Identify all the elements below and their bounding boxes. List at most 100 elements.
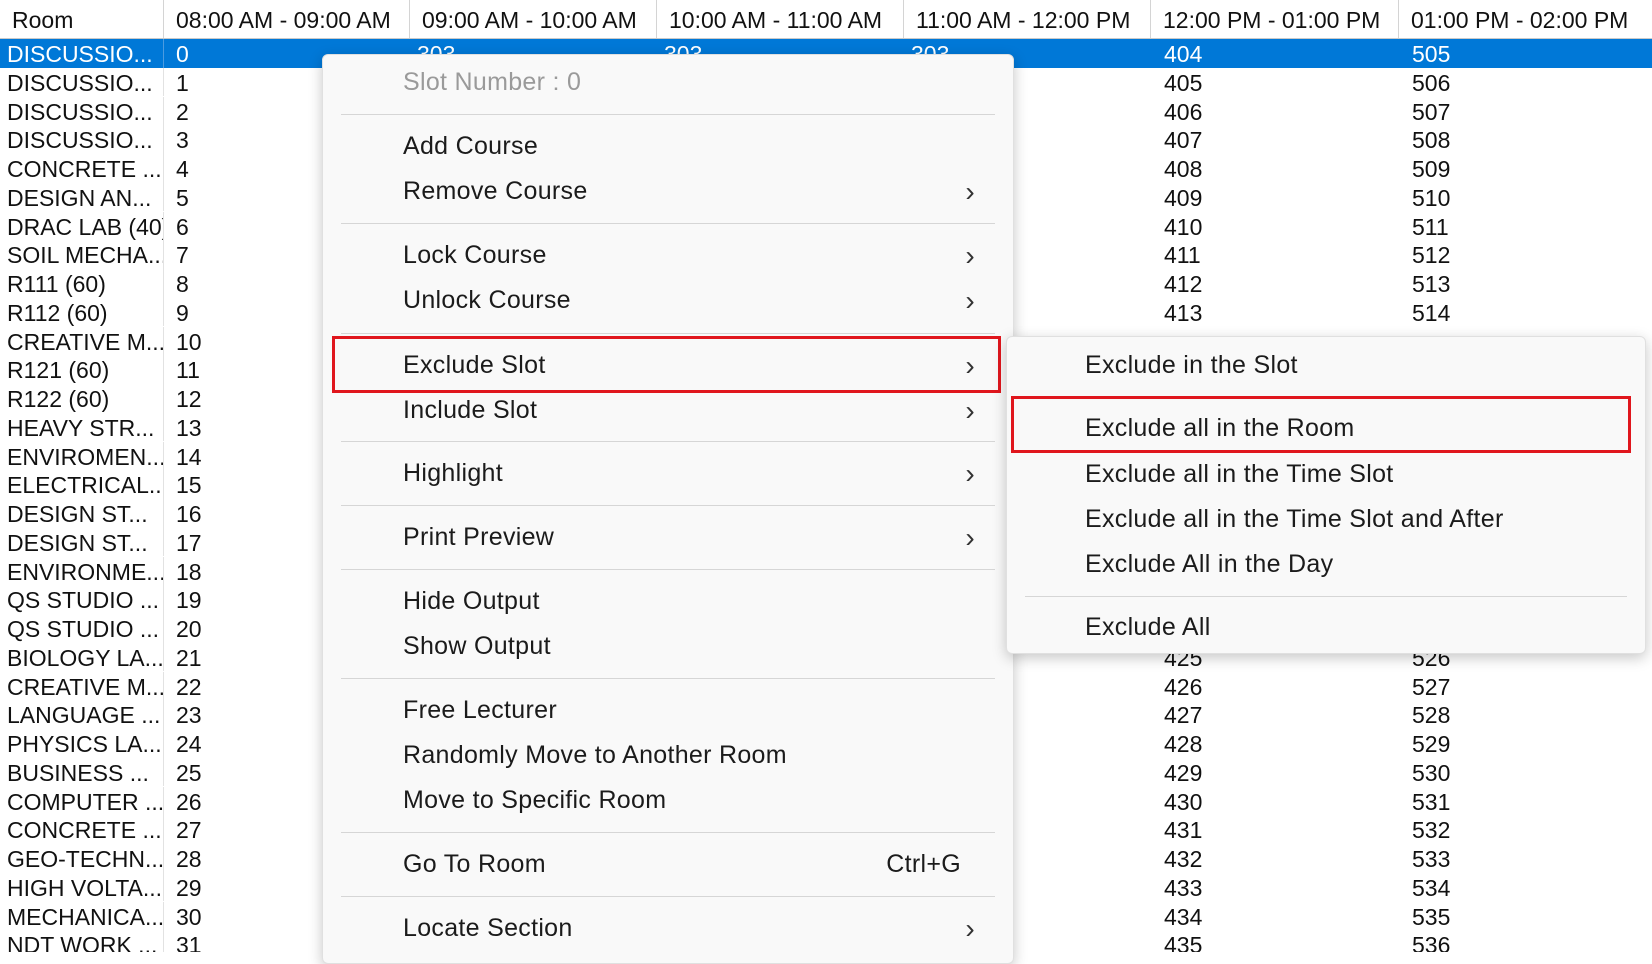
room-cell[interactable]: DISCUSSIO...	[0, 96, 164, 126]
room-cell[interactable]: QS STUDIO ...	[0, 585, 164, 614]
room-cell[interactable]: HIGH VOLTA...	[0, 872, 164, 902]
room-cell[interactable]: DISCUSSIO...	[0, 67, 164, 97]
room-cell[interactable]: PHYSICS LA...	[0, 729, 164, 758]
submenu-exclude-all-room[interactable]: Exclude all in the Room	[1007, 406, 1645, 451]
header-slot-0900[interactable]: 09:00 AM - 10:00 AM	[410, 0, 657, 38]
slot-cell[interactable]: 529	[1399, 729, 1652, 758]
room-cell[interactable]: GEO-TECHN...	[0, 844, 164, 873]
header-slot-1300[interactable]: 01:00 PM - 02:00 PM	[1399, 0, 1652, 38]
slot-cell[interactable]: 433	[1151, 873, 1399, 902]
slot-cell[interactable]: 510	[1399, 183, 1652, 212]
header-slot-0800[interactable]: 08:00 AM - 09:00 AM	[164, 0, 410, 38]
room-cell[interactable]: HEAVY STR...	[0, 412, 164, 442]
slot-cell[interactable]: 533	[1399, 844, 1652, 873]
menu-free-lecturer[interactable]: Free Lecturer	[323, 688, 1013, 733]
room-cell[interactable]: MECHANICA...	[0, 901, 164, 931]
header-room[interactable]: Room	[0, 0, 164, 38]
header-slot-1000[interactable]: 10:00 AM - 11:00 AM	[657, 0, 904, 38]
room-cell[interactable]: DISCUSSIO...	[0, 125, 164, 154]
room-cell[interactable]: DRAC LAB (40)	[0, 211, 164, 241]
slot-cell[interactable]: 413	[1151, 298, 1399, 327]
menu-include-slot[interactable]: Include Slot ›	[323, 388, 1013, 433]
room-cell[interactable]: ELECTRICAL...	[0, 470, 164, 499]
slot-cell[interactable]: 412	[1151, 269, 1399, 298]
menu-show-output[interactable]: Show Output	[323, 624, 1013, 669]
room-cell[interactable]: DISCUSSIO...	[0, 39, 164, 68]
slot-cell[interactable]: 407	[1151, 125, 1399, 154]
room-cell[interactable]: CONCRETE ...	[0, 815, 164, 844]
menu-remove-course[interactable]: Remove Course ›	[323, 169, 1013, 214]
slot-cell[interactable]: 434	[1151, 902, 1399, 931]
room-cell[interactable]: DESIGN ST...	[0, 527, 164, 557]
slot-cell[interactable]: 405	[1151, 68, 1399, 97]
slot-cell[interactable]: 429	[1151, 758, 1399, 787]
room-cell[interactable]: R112 (60)	[0, 297, 164, 327]
slot-cell[interactable]: 536	[1399, 930, 1652, 952]
slot-cell[interactable]: 509	[1399, 154, 1652, 183]
slot-cell[interactable]: 508	[1399, 125, 1652, 154]
room-cell[interactable]: QS STUDIO ...	[0, 614, 164, 643]
slot-cell[interactable]: 531	[1399, 787, 1652, 816]
slot-cell[interactable]: 428	[1151, 729, 1399, 758]
slot-cell[interactable]: 409	[1151, 183, 1399, 212]
menu-add-course[interactable]: Add Course	[323, 124, 1013, 169]
slot-cell[interactable]: 430	[1151, 787, 1399, 816]
slot-cell[interactable]: 432	[1151, 844, 1399, 873]
room-cell[interactable]: CREATIVE M...	[0, 671, 164, 701]
room-cell[interactable]: LANGUAGE ...	[0, 700, 164, 729]
menu-move-specific[interactable]: Move to Specific Room	[323, 778, 1013, 823]
room-cell[interactable]: R122 (60)	[0, 384, 164, 413]
slot-cell[interactable]: 505	[1399, 39, 1652, 68]
room-cell[interactable]: DESIGN AN...	[0, 182, 164, 212]
menu-exclude-slot[interactable]: Exclude Slot ›	[323, 343, 1013, 388]
menu-go-to-room[interactable]: Go To Room Ctrl+G	[323, 842, 1013, 887]
room-cell[interactable]: CONCRETE ...	[0, 154, 164, 183]
header-slot-1200[interactable]: 12:00 PM - 01:00 PM	[1151, 0, 1399, 38]
slot-cell[interactable]: 513	[1399, 269, 1652, 298]
submenu-exclude-all[interactable]: Exclude All	[1007, 605, 1645, 650]
room-cell[interactable]: SOIL MECHA...	[0, 240, 164, 269]
slot-cell[interactable]: 404	[1151, 39, 1399, 68]
room-cell[interactable]: R111 (60)	[0, 269, 164, 298]
submenu-exclude-all-day[interactable]: Exclude All in the Day	[1007, 542, 1645, 587]
slot-cell[interactable]: 427	[1151, 700, 1399, 729]
slot-cell[interactable]: 527	[1399, 672, 1652, 701]
slot-cell[interactable]: 406	[1151, 97, 1399, 126]
room-cell[interactable]: COMPUTER ...	[0, 786, 164, 816]
slot-cell[interactable]: 411	[1151, 240, 1399, 269]
submenu-exclude-time-slot-after[interactable]: Exclude all in the Time Slot and After	[1007, 497, 1645, 542]
menu-print-preview[interactable]: Print Preview ›	[323, 515, 1013, 560]
slot-cell[interactable]: 535	[1399, 902, 1652, 931]
menu-hide-output[interactable]: Hide Output	[323, 579, 1013, 624]
slot-cell[interactable]: 530	[1399, 758, 1652, 787]
room-cell[interactable]: NDT WORK ...	[0, 930, 164, 952]
menu-locate-section[interactable]: Locate Section ›	[323, 906, 1013, 951]
menu-random-move[interactable]: Randomly Move to Another Room	[323, 733, 1013, 778]
room-cell[interactable]: CREATIVE M...	[0, 326, 164, 356]
room-cell[interactable]: DESIGN ST...	[0, 499, 164, 528]
room-cell[interactable]: BIOLOGY LA...	[0, 642, 164, 672]
slot-cell[interactable]: 426	[1151, 672, 1399, 701]
room-cell[interactable]: ENVIROMEN...	[0, 441, 164, 471]
slot-cell[interactable]: 431	[1151, 815, 1399, 844]
slot-cell[interactable]: 408	[1151, 154, 1399, 183]
slot-cell[interactable]: 514	[1399, 298, 1652, 327]
room-cell[interactable]: ENVIRONME...	[0, 556, 164, 586]
submenu-exclude-all-time-slot[interactable]: Exclude all in the Time Slot	[1007, 452, 1645, 497]
menu-lock-course[interactable]: Lock Course ›	[323, 233, 1013, 278]
room-cell[interactable]: BUSINESS ...	[0, 757, 164, 787]
slot-cell[interactable]: 534	[1399, 873, 1652, 902]
slot-cell[interactable]: 410	[1151, 212, 1399, 241]
room-cell[interactable]: R121 (60)	[0, 355, 164, 384]
slot-cell[interactable]: 511	[1399, 212, 1652, 241]
menu-unlock-course[interactable]: Unlock Course ›	[323, 278, 1013, 323]
slot-cell[interactable]: 435	[1151, 930, 1399, 952]
slot-cell[interactable]: 532	[1399, 815, 1652, 844]
header-slot-1100[interactable]: 11:00 AM - 12:00 PM	[904, 0, 1151, 38]
menu-highlight[interactable]: Highlight ›	[323, 451, 1013, 496]
slot-cell[interactable]: 507	[1399, 97, 1652, 126]
slot-cell[interactable]: 512	[1399, 240, 1652, 269]
slot-cell[interactable]: 506	[1399, 68, 1652, 97]
slot-cell[interactable]: 528	[1399, 700, 1652, 729]
submenu-exclude-in-slot[interactable]: Exclude in the Slot	[1007, 343, 1645, 388]
